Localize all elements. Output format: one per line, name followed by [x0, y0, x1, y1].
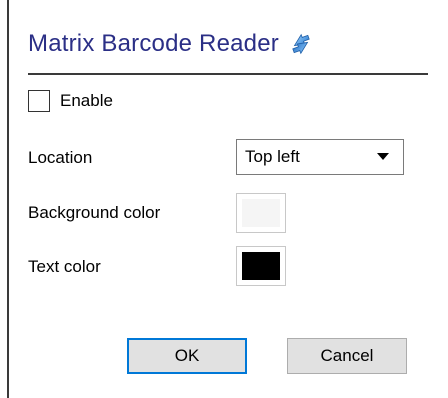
background-color-fill	[242, 199, 280, 227]
location-label: Location	[28, 148, 93, 167]
enable-checkbox-row[interactable]: Enable	[28, 90, 113, 112]
dialog-title: Matrix Barcode Reader	[28, 30, 279, 57]
text-color-swatch[interactable]	[236, 246, 286, 286]
ok-button[interactable]: OK	[127, 338, 247, 374]
window-left-border	[7, 0, 9, 398]
dropdown-arrow-icon[interactable]	[377, 153, 389, 160]
location-select[interactable]: Top left	[236, 139, 404, 175]
enable-checkbox[interactable]	[28, 90, 50, 112]
title-divider	[28, 73, 428, 75]
location-selected-value: Top left	[245, 147, 300, 166]
enable-label: Enable	[60, 91, 113, 110]
dialog-header: Matrix Barcode Reader	[28, 24, 315, 64]
background-color-label: Background color	[28, 203, 161, 222]
background-color-swatch[interactable]	[236, 193, 286, 233]
refresh-arrows-icon[interactable]	[287, 30, 315, 58]
text-color-fill	[242, 252, 280, 280]
text-color-label: Text color	[28, 257, 101, 276]
cancel-button[interactable]: Cancel	[287, 338, 407, 374]
